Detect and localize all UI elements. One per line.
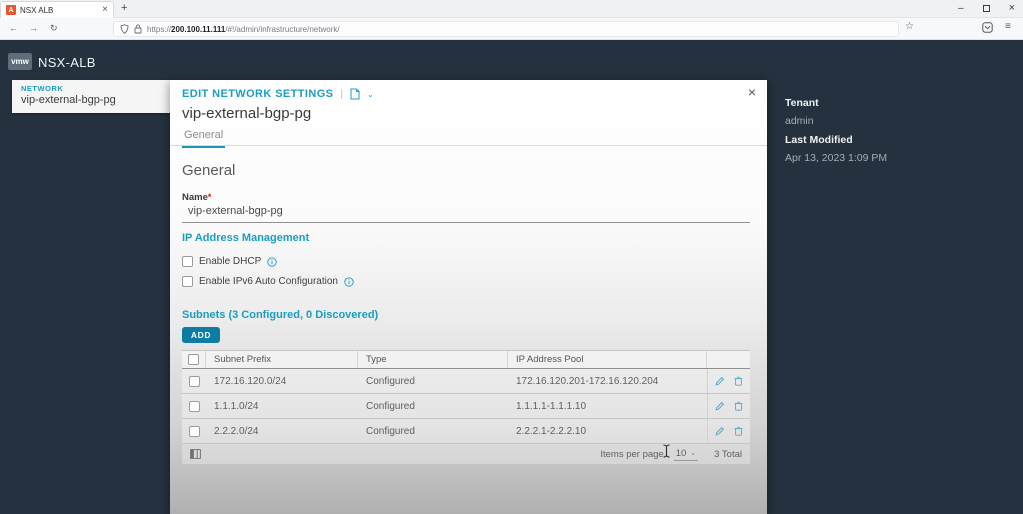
name-field-label: Name* (182, 192, 211, 203)
row-checkbox[interactable] (188, 375, 200, 387)
modal-header: EDIT NETWORK SETTINGS | ⌄ (182, 88, 374, 100)
document-icon[interactable] (350, 88, 360, 100)
table-header-row: Subnet Prefix Type IP Address Pool (182, 350, 750, 369)
bookmark-star-icon[interactable]: ☆ (905, 21, 914, 32)
tab-divider (170, 145, 767, 146)
browser-nav-bar: ← → ↻ https://200.100.11.111/#!/admin/in… (0, 18, 1023, 40)
cell-ip-address-pool: 172.16.120.201-172.16.120.204 (516, 375, 659, 387)
ip-address-management-heading: IP Address Management (182, 232, 310, 244)
row-checkbox[interactable] (188, 425, 200, 437)
window-maximize-icon[interactable] (982, 5, 990, 12)
edit-pencil-icon[interactable] (715, 376, 725, 386)
pocket-icon[interactable] (982, 22, 993, 33)
modal-header-title: EDIT NETWORK SETTINGS (182, 88, 334, 100)
text-cursor (663, 444, 670, 458)
header-divider: | (340, 88, 344, 100)
info-icon[interactable] (344, 276, 354, 287)
browser-tab-title: NSX ALB (20, 5, 54, 15)
column-header-actions (707, 351, 750, 368)
window-minimize-icon[interactable]: – (958, 3, 964, 14)
info-icon[interactable] (267, 256, 277, 267)
required-marker: * (207, 192, 212, 202)
tab-close-icon[interactable]: × (102, 5, 108, 15)
edit-network-settings-modal: EDIT NETWORK SETTINGS | ⌄ × vip-external… (170, 80, 767, 514)
window-close-icon[interactable]: × (1009, 3, 1015, 14)
items-per-page-value: 10 (675, 447, 687, 459)
select-all-checkbox[interactable] (188, 354, 199, 365)
address-bar[interactable]: https://200.100.11.111/#!/admin/infrastr… (113, 21, 899, 37)
edit-pencil-icon[interactable] (715, 401, 725, 411)
screen: A NSX ALB × + – × ← → ↻ https://200.100.… (0, 0, 1023, 514)
enable-ipv6-label: Enable IPv6 Auto Configuration (199, 276, 338, 287)
enable-dhcp-label: Enable DHCP (199, 256, 262, 267)
delete-trash-icon[interactable] (734, 376, 743, 386)
enable-ipv6-checkbox[interactable] (182, 276, 193, 287)
last-modified-value: Apr 13, 2023 1:09 PM (785, 152, 888, 164)
column-header-type[interactable]: Type (358, 351, 508, 368)
url-host: 200.100.11.111 (171, 24, 226, 34)
tenant-value: admin (785, 115, 814, 127)
network-nav-card[interactable]: NETWORK vip-external-bgp-pg (12, 80, 170, 113)
enable-ipv6-row: Enable IPv6 Auto Configuration (182, 276, 354, 287)
table-row[interactable]: 2.2.2.0/24 Configured 2.2.2.1-2.2.2.10 (182, 419, 750, 444)
column-header-ip-address-pool[interactable]: IP Address Pool (508, 351, 707, 368)
cell-subnet-prefix: 172.16.120.0/24 (214, 375, 287, 387)
window-controls: – × (958, 0, 1015, 17)
enable-dhcp-row: Enable DHCP (182, 256, 277, 267)
total-count: 3 Total (714, 448, 742, 460)
url-path: /#!/admin/infrastructure/network/ (225, 24, 340, 34)
enable-dhcp-checkbox[interactable] (182, 256, 193, 267)
chevron-down-icon: ⌄ (690, 450, 697, 457)
column-header-subnet-prefix[interactable]: Subnet Prefix (206, 351, 358, 368)
table-row[interactable]: 1.1.1.0/24 Configured 1.1.1.1-1.1.1.10 (182, 394, 750, 419)
forward-icon[interactable]: → (29, 23, 38, 33)
delete-trash-icon[interactable] (734, 426, 743, 436)
modal-close-icon[interactable]: × (748, 85, 756, 99)
network-kicker: NETWORK (21, 84, 64, 93)
cell-subnet-prefix: 2.2.2.0/24 (214, 425, 259, 437)
last-modified-label: Last Modified (785, 134, 853, 146)
modal-title: vip-external-bgp-pg (182, 105, 312, 122)
browser-tab-bar: A NSX ALB × + – × (0, 0, 1023, 18)
column-picker-icon[interactable] (190, 449, 201, 459)
menu-icon[interactable]: ≡ (1005, 21, 1011, 32)
new-tab-button[interactable]: + (121, 2, 127, 14)
url-protocol: https:// (147, 24, 172, 34)
url-text: https://200.100.11.111/#!/admin/infrastr… (147, 25, 340, 34)
back-icon[interactable]: ← (9, 23, 18, 33)
cell-subnet-prefix: 1.1.1.0/24 (214, 400, 259, 412)
edit-pencil-icon[interactable] (715, 426, 725, 436)
browser-tab[interactable]: A NSX ALB × (0, 1, 114, 18)
items-per-page-label: Items per page (600, 448, 664, 460)
nsx-alb-favicon-icon: A (6, 5, 16, 15)
table-row[interactable]: 172.16.120.0/24 Configured 172.16.120.20… (182, 369, 750, 394)
row-checkbox[interactable] (188, 400, 200, 412)
delete-trash-icon[interactable] (734, 401, 743, 411)
cell-type: Configured (366, 375, 415, 387)
cell-type: Configured (366, 425, 415, 437)
vmware-logo: vmw (8, 53, 32, 70)
tenant-label: Tenant (785, 97, 819, 109)
general-section-heading: General (182, 162, 236, 179)
lock-icon[interactable] (134, 24, 142, 34)
cell-ip-address-pool: 2.2.2.1-2.2.2.10 (516, 425, 587, 437)
shield-icon[interactable] (120, 24, 129, 34)
product-title: NSX-ALB (38, 55, 96, 70)
cell-ip-address-pool: 1.1.1.1-1.1.1.10 (516, 400, 587, 412)
subnets-heading: Subnets (3 Configured, 0 Discovered) (182, 309, 379, 321)
reload-icon[interactable]: ↻ (50, 23, 58, 34)
network-name: vip-external-bgp-pg (21, 94, 116, 106)
chevron-down-icon[interactable]: ⌄ (367, 90, 374, 99)
items-per-page-select[interactable]: 10 ⌄ (673, 447, 699, 461)
add-subnet-button[interactable]: ADD (182, 327, 220, 343)
name-input[interactable] (182, 203, 750, 223)
cell-type: Configured (366, 400, 415, 412)
name-label-text: Name (182, 192, 208, 203)
